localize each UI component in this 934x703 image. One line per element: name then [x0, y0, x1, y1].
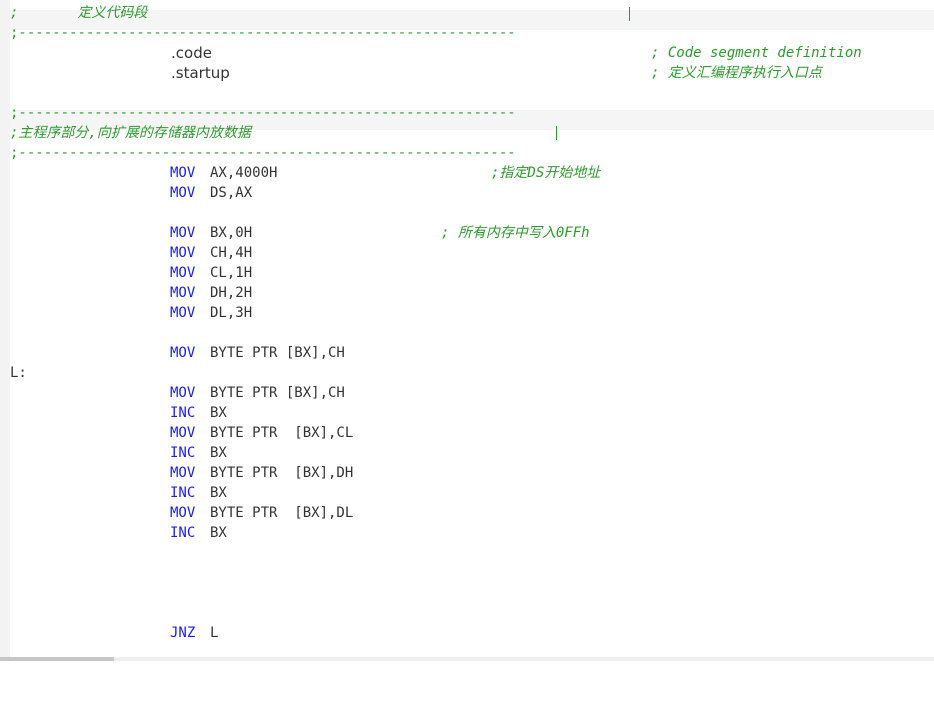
code-line[interactable]: ; 定义代码段 [0, 3, 147, 23]
code-line[interactable]: MOV BYTE PTR [BX],CL [0, 423, 353, 443]
code-line[interactable]: ;---------------------------------------… [0, 23, 516, 43]
instruction-keyword: MOV [170, 385, 196, 401]
comment-text: ; 定义代码段 [10, 5, 148, 21]
instruction-operands: BYTE PTR [BX],CL [210, 425, 354, 441]
code-line[interactable]: .startup ; 定义汇编程序执行入口点 [0, 63, 822, 83]
instruction-operands: DL,3H [210, 305, 253, 321]
code-line[interactable]: ;---------------------------------------… [0, 103, 516, 123]
instruction-operands: BYTE PTR [BX],DL [210, 505, 354, 521]
code-line[interactable]: JNZ L [0, 623, 218, 643]
instruction-operands: BX [210, 445, 227, 461]
code-line[interactable]: MOV CL,1H [0, 263, 252, 283]
code-line[interactable]: MOV DS,AX [0, 183, 252, 203]
instruction-keyword: MOV [170, 225, 196, 241]
code-line[interactable]: .code ; Code segment definition [0, 43, 862, 63]
code-line[interactable]: MOV CH,4H [0, 243, 252, 263]
code-editor[interactable]: ; 定义代码段 ;-------------------------------… [0, 0, 934, 661]
code-line[interactable]: ;主程序部分,向扩展的存储器内放数据 [0, 123, 251, 143]
instruction-operands: DH,2H [210, 285, 253, 301]
code-line[interactable]: MOV AX,4000H ;指定DS开始地址 [0, 163, 600, 183]
code-line[interactable]: MOV DH,2H [0, 283, 252, 303]
code-line[interactable]: MOV BYTE PTR [BX],DH [0, 463, 353, 483]
code-line[interactable]: MOV BX,0H ; 所有内存中写入0FFh [0, 223, 590, 243]
instruction-operands: BX [210, 405, 227, 421]
code-line[interactable]: MOV BYTE PTR [BX],CH [0, 343, 345, 363]
instruction-keyword: MOV [170, 345, 196, 361]
instruction-operands: L [210, 625, 219, 641]
code-line[interactable]: INC BX [0, 443, 227, 463]
comment-text: ; Code segment definition [651, 45, 862, 61]
instruction-operands: BYTE PTR [BX],CH [210, 385, 345, 401]
instruction-operands: CL,1H [210, 265, 253, 281]
instruction-operands: DS,AX [210, 185, 253, 201]
instruction-keyword: MOV [170, 465, 196, 481]
comment-rule: ;---------------------------------------… [10, 145, 516, 161]
code-line[interactable]: ;---------------------------------------… [0, 143, 516, 163]
instruction-operands: BX,0H [210, 225, 253, 241]
code-line[interactable]: L: [0, 363, 34, 383]
instruction-operands: BX [210, 485, 227, 501]
instruction-keyword: INC [170, 445, 196, 461]
instruction-keyword: MOV [170, 185, 196, 201]
instruction-keyword: MOV [170, 305, 196, 321]
instruction-keyword: INC [170, 525, 196, 541]
instruction-keyword: INC [170, 485, 196, 501]
scrollbar-thumb[interactable] [0, 657, 114, 661]
instruction-operands: BYTE PTR [BX],DH [210, 465, 354, 481]
code-line[interactable]: INC BX [0, 483, 227, 503]
comment-rule: ;---------------------------------------… [10, 25, 516, 41]
comment-rule: ;---------------------------------------… [10, 105, 516, 121]
instruction-keyword: MOV [170, 505, 196, 521]
instruction-keyword: INC [170, 405, 196, 421]
comment-text: ; 所有内存中写入0FFh [441, 225, 590, 241]
instruction-operands: CH,4H [210, 245, 253, 261]
caret-marker [629, 7, 630, 21]
instruction-keyword: MOV [170, 165, 196, 181]
horizontal-scrollbar[interactable] [0, 657, 934, 661]
instruction-operands: AX,4000H [210, 165, 278, 181]
code-label: L: [10, 365, 27, 381]
comment-text: ;主程序部分,向扩展的存储器内放数据 [10, 125, 251, 141]
code-line[interactable]: INC BX [0, 523, 227, 543]
instruction-operands: BX [210, 525, 227, 541]
comment-text: ;指定DS开始地址 [491, 165, 601, 181]
directive-code: .code [171, 44, 212, 62]
code-line[interactable]: INC BX [0, 403, 227, 423]
instruction-operands: BYTE PTR [BX],CH [210, 345, 345, 361]
instruction-keyword: JNZ [170, 625, 196, 641]
comment-text: ; 定义汇编程序执行入口点 [651, 65, 822, 81]
code-line[interactable]: MOV BYTE PTR [BX],DL [0, 503, 353, 523]
code-line[interactable]: MOV DL,3H [0, 303, 252, 323]
code-line[interactable]: MOV BYTE PTR [BX],CH [0, 383, 345, 403]
directive-startup: .startup [171, 64, 230, 82]
instruction-keyword: MOV [170, 245, 196, 261]
instruction-keyword: MOV [170, 425, 196, 441]
caret-marker [556, 126, 557, 140]
instruction-keyword: MOV [170, 265, 196, 281]
instruction-keyword: MOV [170, 285, 196, 301]
